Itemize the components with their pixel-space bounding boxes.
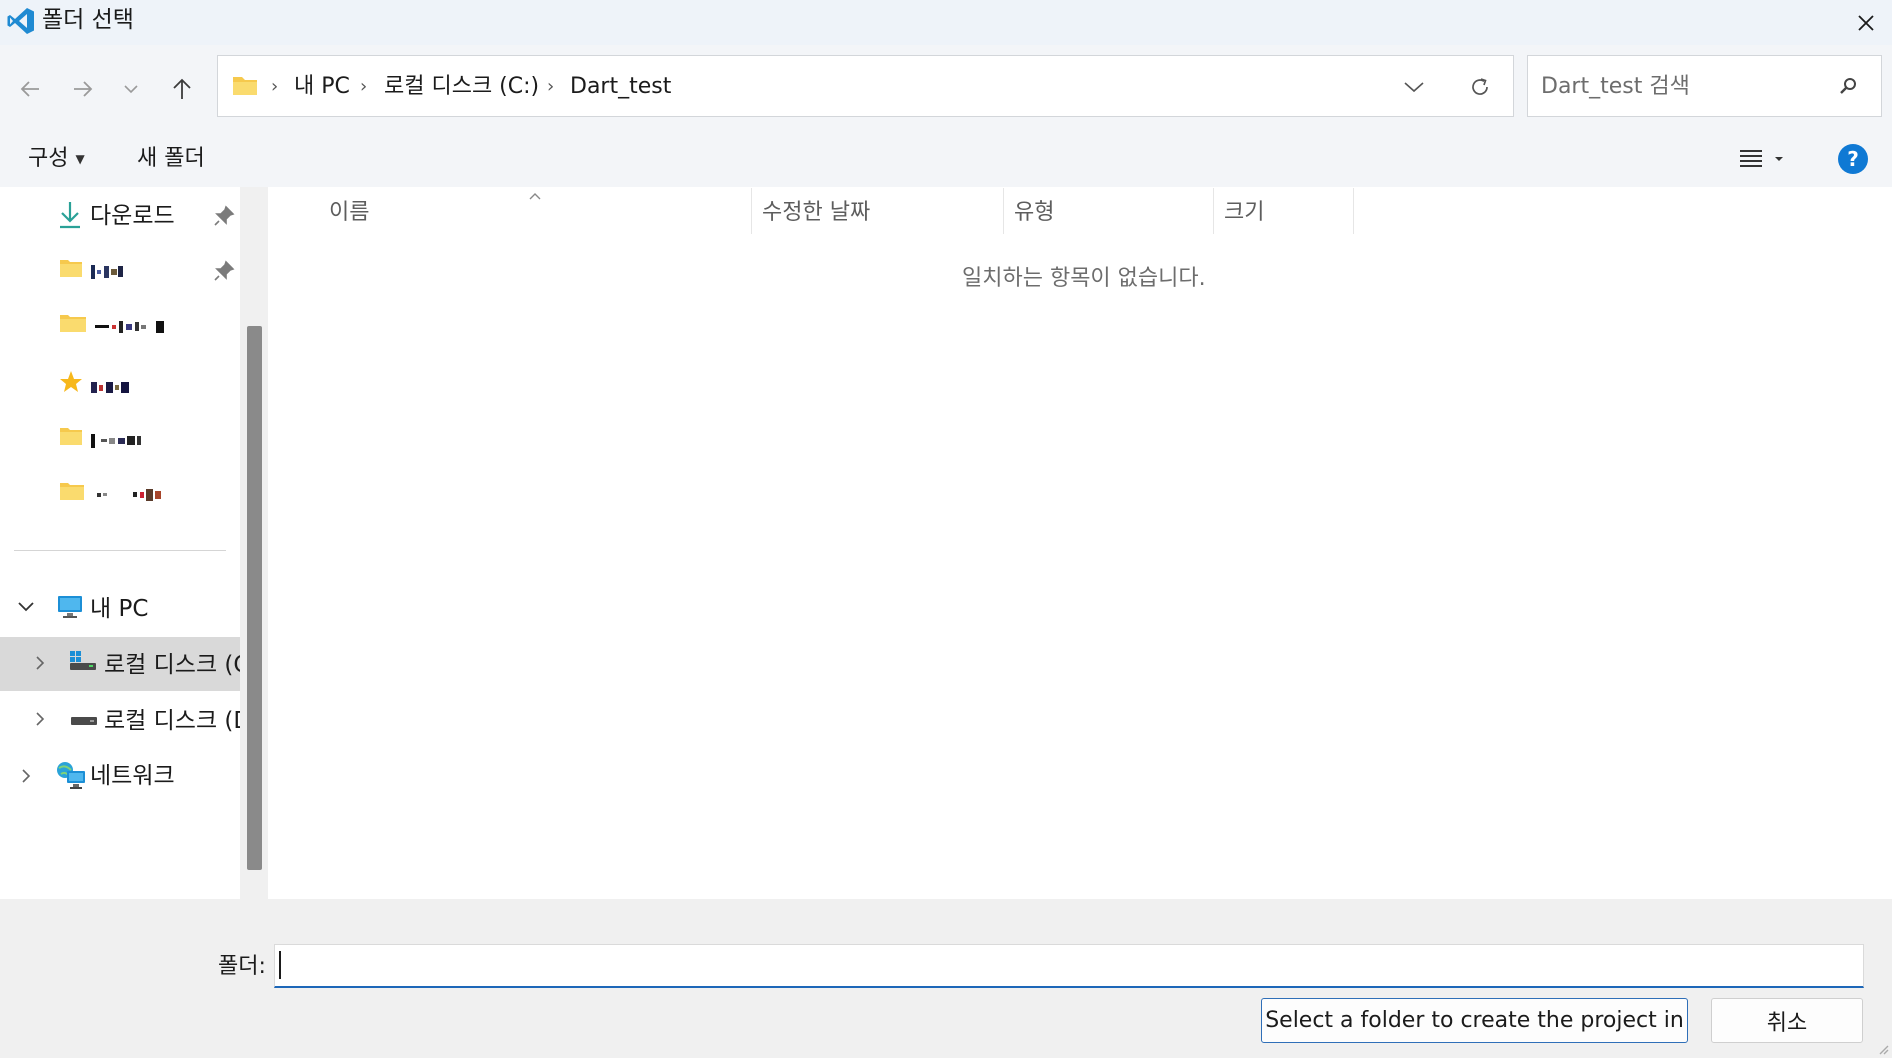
search-input[interactable]: Dart_test 검색 xyxy=(1541,72,1690,102)
column-header-name[interactable]: 이름 xyxy=(329,190,369,235)
new-folder-button[interactable]: 새 폴더 xyxy=(137,144,205,174)
view-options-button[interactable] xyxy=(1736,146,1788,174)
column-divider[interactable] xyxy=(1213,188,1214,234)
chevron-down-icon xyxy=(1404,82,1424,93)
vscode-logo-icon xyxy=(6,6,36,40)
redacted-label xyxy=(91,261,123,280)
close-button[interactable] xyxy=(1840,0,1892,45)
sidebar-divider xyxy=(14,550,226,551)
folder-icon xyxy=(59,426,83,450)
refresh-icon xyxy=(1472,78,1488,95)
window-title: 폴더 선택 xyxy=(42,7,134,33)
star-icon xyxy=(58,369,84,399)
drive-icon xyxy=(69,650,97,676)
arrow-left-icon xyxy=(20,81,39,97)
folder-icon xyxy=(59,258,83,282)
recent-locations-button[interactable] xyxy=(112,70,150,108)
sort-ascending-icon xyxy=(528,186,542,205)
folder-icon xyxy=(232,74,258,100)
empty-folder-message: 일치하는 항목이 없습니다. xyxy=(962,266,1206,291)
arrow-up-icon xyxy=(173,78,191,99)
drive-icon xyxy=(70,712,98,731)
redacted-label xyxy=(95,316,164,335)
arrow-right-icon xyxy=(74,81,93,97)
caret-down-icon: ▼ xyxy=(75,152,85,166)
chevron-right-icon[interactable] xyxy=(20,768,32,788)
column-header-type[interactable]: 유형 xyxy=(1014,190,1054,235)
chevron-right-icon[interactable] xyxy=(34,655,46,675)
help-button[interactable]: ? xyxy=(1838,144,1868,174)
close-icon xyxy=(1858,14,1874,31)
title-bar xyxy=(0,0,1892,45)
command-bar xyxy=(0,130,1892,187)
chevron-right-icon[interactable] xyxy=(34,711,46,731)
sidebar-item-label: 네트워크 xyxy=(90,763,175,789)
column-header-modified[interactable]: 수정한 날짜 xyxy=(762,190,870,235)
pin-icon[interactable] xyxy=(213,205,235,231)
breadcrumb-separator-icon: › xyxy=(271,76,279,97)
folder-name-input[interactable] xyxy=(274,944,1864,988)
column-header-size[interactable]: 크기 xyxy=(1224,190,1264,235)
computer-icon xyxy=(56,594,84,624)
list-view-icon xyxy=(1740,150,1783,167)
organize-label: 구성 xyxy=(28,146,69,171)
column-divider[interactable] xyxy=(1003,188,1004,234)
back-button[interactable] xyxy=(11,70,49,108)
column-divider[interactable] xyxy=(1353,188,1354,234)
search-icon[interactable] xyxy=(1838,76,1858,100)
sidebar-item-label: 내 PC xyxy=(90,596,149,622)
breadcrumb-this-pc[interactable]: 내 PC xyxy=(294,72,350,102)
organize-menu[interactable]: 구성 ▼ xyxy=(28,144,85,174)
folder-field-label: 폴더: xyxy=(218,954,266,979)
redacted-label xyxy=(97,484,161,503)
sidebar-item-label: 로컬 디스크 (D xyxy=(104,708,240,734)
forward-button[interactable] xyxy=(64,70,102,108)
chevron-down-icon xyxy=(124,85,138,94)
folder-icon xyxy=(59,313,87,337)
select-folder-button[interactable]: Select a folder to create the project in xyxy=(1261,998,1688,1043)
sidebar-item-label: 다운로드 xyxy=(90,203,175,229)
address-history-button[interactable] xyxy=(1403,79,1425,98)
folder-icon xyxy=(59,481,85,505)
text-cursor xyxy=(279,951,281,979)
breadcrumb-separator-icon: › xyxy=(547,76,555,97)
resize-grip-icon[interactable] xyxy=(1874,1040,1890,1060)
redacted-label xyxy=(91,377,129,396)
pin-icon[interactable] xyxy=(213,260,235,286)
column-divider[interactable] xyxy=(751,188,752,234)
redacted-label xyxy=(91,430,141,449)
help-icon: ? xyxy=(1847,147,1859,171)
network-icon xyxy=(55,760,87,794)
breadcrumb-drive-c[interactable]: 로컬 디스크 (C:) xyxy=(384,72,539,102)
refresh-button[interactable] xyxy=(1468,75,1492,103)
download-icon xyxy=(57,200,83,234)
sidebar-scrollbar-thumb[interactable] xyxy=(247,326,262,870)
breadcrumb-separator-icon: › xyxy=(360,76,368,97)
sidebar-item-label: 로컬 디스크 (C xyxy=(104,652,240,678)
chevron-down-icon[interactable] xyxy=(17,599,35,618)
breadcrumb-dart-test[interactable]: Dart_test xyxy=(570,72,671,102)
up-button[interactable] xyxy=(163,70,201,108)
cancel-button[interactable]: 취소 xyxy=(1711,998,1863,1043)
